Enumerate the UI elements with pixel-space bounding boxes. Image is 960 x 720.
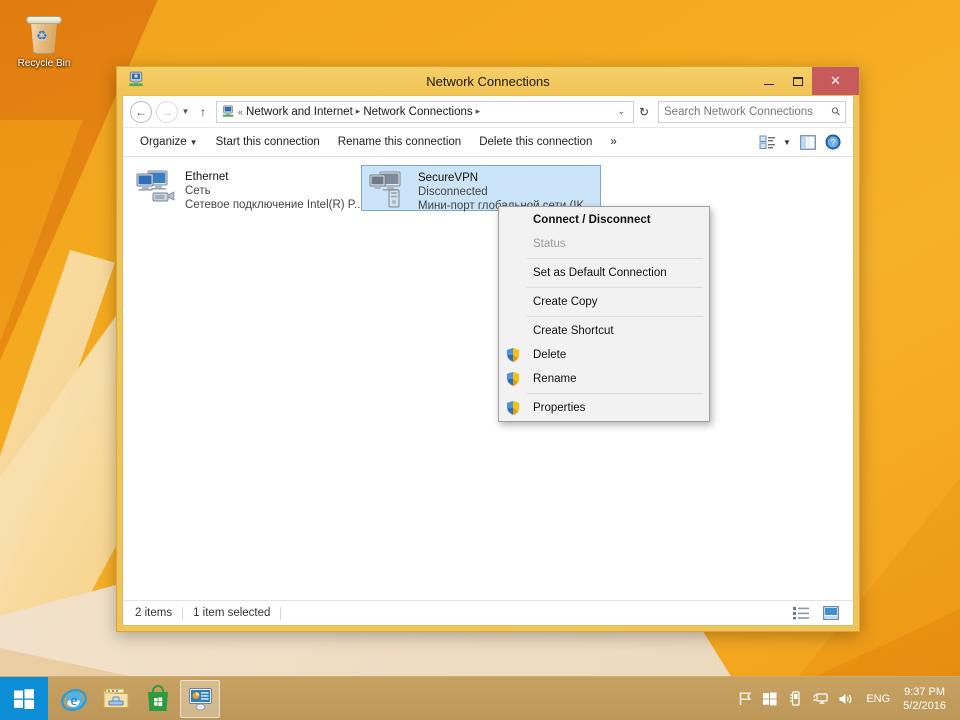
- menu-item-properties[interactable]: Properties: [499, 396, 709, 420]
- connections-content[interactable]: Ethernet Сеть Сетевое подключение Intel(…: [123, 157, 853, 600]
- uac-shield-icon: [506, 400, 520, 416]
- taskbar-app-network-connections[interactable]: [180, 679, 220, 718]
- clock-time: 9:37 PM: [904, 685, 946, 698]
- system-tray[interactable]: ENG 9:37 PM 5/2/2016: [737, 685, 960, 713]
- view-options-caret-icon[interactable]: ▼: [779, 132, 795, 153]
- svg-text:e: e: [71, 693, 78, 709]
- start-button[interactable]: [0, 676, 48, 720]
- explorer-window[interactable]: Network Connections ✕ ← → ▼ ↑ « Network …: [116, 66, 860, 632]
- maximize-button[interactable]: [783, 67, 812, 95]
- volume-icon[interactable]: [837, 691, 853, 707]
- connection-device: Сетевое подключение Intel(R) P...: [185, 199, 363, 211]
- breadcrumb-item-network-connections[interactable]: Network Connections: [363, 106, 472, 118]
- action-center-flag-icon[interactable]: [737, 691, 753, 707]
- divider: [280, 606, 282, 620]
- large-icons-view-icon[interactable]: [821, 605, 841, 622]
- menu-item-set-as-default-connection[interactable]: Set as Default Connection: [499, 261, 709, 285]
- connection-name: Ethernet: [185, 171, 229, 183]
- breadcrumb-separator[interactable]: ▸: [356, 106, 361, 117]
- windows-store-icon: [148, 684, 168, 711]
- windows-start-icon: [14, 688, 34, 709]
- vpn-adapter-icon: [369, 171, 401, 208]
- menu-item-rename[interactable]: Rename: [499, 367, 709, 391]
- connections-list[interactable]: Ethernet Сеть Сетевое подключение Intel(…: [129, 165, 847, 212]
- clock-date: 5/2/2016: [903, 699, 946, 712]
- network-connections-icon: [188, 687, 212, 710]
- breadcrumb-prefix: «: [238, 106, 244, 117]
- network-connections-icon: [222, 104, 234, 117]
- list-item-ethernet[interactable]: Ethernet Сеть Сетевое подключение Intel(…: [129, 165, 369, 211]
- overflow-chevron-button[interactable]: »: [601, 133, 625, 151]
- taskbar-apps[interactable]: e: [48, 679, 220, 718]
- connection-status: Сеть: [185, 185, 211, 197]
- menu-item-status[interactable]: Status: [499, 232, 709, 256]
- refresh-icon[interactable]: ↻: [634, 101, 654, 123]
- recycle-bin-icon: ♻: [25, 14, 63, 56]
- breadcrumb-dropdown-icon[interactable]: ⌄: [613, 106, 629, 117]
- menu-separator: [527, 287, 703, 288]
- menu-item-delete[interactable]: Delete: [499, 343, 709, 367]
- list-item-securevpn[interactable]: SecureVPN Disconnected Мини-порт глобаль…: [361, 165, 601, 212]
- breadcrumb-separator[interactable]: ▸: [476, 106, 481, 117]
- list-item-text: Ethernet Сеть Сетевое подключение Intel(…: [185, 169, 363, 212]
- breadcrumb[interactable]: « Network and Internet ▸ Network Connect…: [216, 100, 634, 123]
- window-titlebar[interactable]: Network Connections ✕: [117, 67, 859, 95]
- organize-button[interactable]: Organize ▼: [131, 133, 207, 151]
- menu-item-create-copy[interactable]: Create Copy: [499, 290, 709, 314]
- selection-label: 1 item selected: [193, 607, 271, 619]
- taskbar-app-file-explorer[interactable]: [96, 680, 136, 718]
- uac-shield-icon: [506, 371, 520, 387]
- chevron-down-icon[interactable]: ▼: [178, 101, 193, 123]
- context-menu[interactable]: Connect / Disconnect Status Set as Defau…: [498, 206, 710, 422]
- taskbar-app-internet-explorer[interactable]: e: [54, 680, 94, 718]
- taskbar-app-windows-store[interactable]: [138, 680, 178, 718]
- clock[interactable]: 9:37 PM 5/2/2016: [903, 685, 952, 713]
- window-controls[interactable]: ✕: [754, 67, 859, 95]
- removable-device-icon[interactable]: [787, 691, 803, 707]
- minimize-button[interactable]: [754, 67, 783, 95]
- command-bar[interactable]: Organize ▼ Start this connection Rename t…: [123, 128, 853, 157]
- delete-this-connection-button[interactable]: Delete this connection: [470, 133, 601, 151]
- details-view-icon[interactable]: [791, 605, 811, 622]
- start-this-connection-button[interactable]: Start this connection: [207, 133, 329, 151]
- search-input[interactable]: [664, 105, 832, 118]
- view-options-icon[interactable]: [755, 132, 779, 153]
- breadcrumb-item-network-and-internet[interactable]: Network and Internet: [246, 106, 353, 118]
- internet-explorer-icon: e: [61, 688, 87, 711]
- window-body: ← → ▼ ↑ « Network and Internet ▸ Network…: [122, 95, 854, 626]
- menu-separator: [527, 393, 703, 394]
- back-arrow-icon[interactable]: ←: [130, 100, 152, 123]
- network-connections-icon: [129, 71, 143, 87]
- forward-arrow-icon[interactable]: →: [156, 100, 178, 123]
- desktop-icon-label: Recycle Bin: [17, 58, 71, 69]
- windows-logo-tray-icon[interactable]: [762, 691, 778, 707]
- menu-separator: [527, 258, 703, 259]
- item-count-label: 2 items: [135, 607, 173, 619]
- window-title: Network Connections: [426, 73, 550, 89]
- connection-name: SecureVPN: [418, 172, 479, 184]
- close-button[interactable]: ✕: [812, 67, 859, 95]
- language-indicator[interactable]: ENG: [862, 693, 894, 705]
- desktop-icon-recycle-bin[interactable]: ♻ Recycle Bin: [8, 14, 80, 70]
- menu-separator: [527, 316, 703, 317]
- search-box[interactable]: ⚲: [658, 100, 846, 123]
- connection-status: Disconnected: [418, 186, 488, 198]
- ethernet-adapter-icon: [136, 170, 175, 202]
- divider: [182, 606, 184, 620]
- address-bar[interactable]: ← → ▼ ↑ « Network and Internet ▸ Network…: [123, 96, 853, 128]
- status-bar: 2 items 1 item selected: [123, 600, 853, 625]
- menu-item-create-shortcut[interactable]: Create Shortcut: [499, 319, 709, 343]
- network-tray-icon[interactable]: [812, 691, 828, 707]
- up-arrow-icon[interactable]: ↑: [193, 101, 213, 123]
- uac-shield-icon: [506, 347, 520, 363]
- preview-pane-icon[interactable]: [795, 132, 821, 153]
- rename-this-connection-button[interactable]: Rename this connection: [329, 133, 470, 151]
- menu-item-connect-disconnect[interactable]: Connect / Disconnect: [499, 208, 709, 232]
- taskbar[interactable]: e ENG 9:37 PM 5/2/2016: [0, 676, 960, 720]
- help-icon[interactable]: ?: [821, 132, 845, 153]
- file-explorer-icon: [103, 688, 129, 708]
- svg-text:?: ?: [830, 138, 835, 148]
